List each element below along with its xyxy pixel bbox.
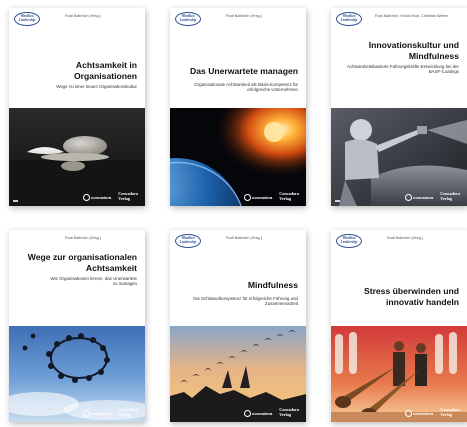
publisher-mark-icon xyxy=(405,410,412,417)
alphorn-players-image: concadora Concadora Verlag xyxy=(331,326,467,422)
zen-stones-image: concadora Concadora Verlag xyxy=(9,108,145,206)
book-cover-achtsamkeit-in-organisationen[interactable]: Windlust Leadership Rudi Ballreich (Hrsg… xyxy=(9,8,145,206)
publisher-logo-2: Concadora Verlag xyxy=(279,407,300,417)
series-badge: Windlust Leadership xyxy=(175,12,201,26)
series-badge-text: Windlust Leadership xyxy=(340,236,358,244)
cover-header: Windlust Leadership Rudi Ballreich (Hrsg… xyxy=(9,8,145,108)
book-cover-stress-ueberwinden[interactable]: Windlust Leadership Rudi Ballreich (Hrsg… xyxy=(331,230,467,422)
publisher-logos: concadora Concadora Verlag xyxy=(405,192,467,201)
book-subtitle: Achtsamkeitsbasierte Führungskräfte-Entw… xyxy=(346,64,459,75)
series-badge-text: Windlust Leadership xyxy=(179,14,197,22)
book-cover-das-unerwartete-managen[interactable]: Windlust Leadership Rudi Ballreich (Hrsg… xyxy=(170,8,306,206)
publisher-mark-icon xyxy=(244,410,251,417)
series-badge-text: Windlust Leadership xyxy=(340,14,358,22)
publisher-mark-icon xyxy=(83,194,90,201)
book-title: Achtsamkeit in Organisationen xyxy=(73,60,137,81)
cover-header: Windlust Leadership Rudi Ballreich, Kris… xyxy=(331,8,467,108)
publisher-1-name: concadora xyxy=(252,194,273,200)
book-subtitle: Die Schlüsselkompetenz für erfolgreiche … xyxy=(193,296,298,307)
publisher-logo-1: concadora xyxy=(405,410,433,417)
publisher-logos: concadora Concadora Verlag xyxy=(244,192,306,201)
publisher-logos: concadora Concadora Verlag xyxy=(83,408,145,417)
book-title: Innovationskultur und Mindfulness xyxy=(368,40,459,61)
birds-sunset-image: concadora Concadora Verlag xyxy=(170,326,306,422)
publisher-logo-1: concadora xyxy=(244,194,272,201)
publisher-mark-icon xyxy=(405,194,412,201)
publisher-logo-2: Concadora Verlag xyxy=(118,407,139,417)
cover-header: Windlust Leadership Rudi Ballreich (Hrsg… xyxy=(331,230,467,326)
publisher-1-name: concadora xyxy=(91,194,112,200)
series-badge-text: Windlust Leadership xyxy=(179,236,197,244)
editor-name: Rudi Ballreich (Hrsg.) xyxy=(65,236,102,240)
spray-painter-image: concadora Concadora Verlag xyxy=(331,108,467,206)
publisher-logo-2: Concadora Verlag xyxy=(279,191,300,201)
book-title: Wege zur organisationalen Achtsamkeit xyxy=(27,252,137,273)
book-subtitle: Organisationale Achtsamkeit als Basis-ko… xyxy=(194,82,298,93)
series-badge: Windlust Leadership xyxy=(336,234,362,248)
book-title: Mindfulness xyxy=(247,280,298,290)
series-badge: Windlust Leadership xyxy=(336,12,362,26)
book-title: Das Unerwartete managen xyxy=(190,66,298,76)
editor-name: Rudi Ballreich (Hrsg.) xyxy=(226,14,263,18)
publisher-logos: concadora Concadora Verlag xyxy=(244,408,306,417)
publisher-logo-2: Concadora Verlag xyxy=(440,191,461,201)
editor-name: Rudi Ballreich (Hrsg.) xyxy=(65,14,102,18)
publisher-logo-1: concadora xyxy=(405,194,433,201)
book-cover-wege-zur-organisationalen-achtsamkeit[interactable]: Rudi Ballreich (Hrsg.) Wege zur organisa… xyxy=(9,230,145,422)
book-subtitle: Wie Organisationen lernen, das Unerwarte… xyxy=(50,276,137,287)
editor-name: Rudi Ballreich (Hrsg.) xyxy=(226,236,263,240)
book-cover-mindfulness[interactable]: Windlust Leadership Rudi Ballreich (Hrsg… xyxy=(170,230,306,422)
cover-header: Windlust Leadership Rudi Ballreich (Hrsg… xyxy=(170,8,306,108)
editor-name: Rudi Ballreich, Kristin Bub, Christian W… xyxy=(375,14,449,18)
book-subtitle: Wege zu einer neuen Organisationskultur xyxy=(56,84,137,89)
publisher-mark-icon xyxy=(83,410,90,417)
series-badge: Windlust Leadership xyxy=(14,12,40,26)
series-badge-text: Windlust Leadership xyxy=(18,14,36,22)
cover-header: Rudi Ballreich (Hrsg.) Wege zur organisa… xyxy=(9,230,145,326)
editor-name: Rudi Ballreich (Hrsg.) xyxy=(387,236,424,240)
book-cover-innovationskultur-und-mindfulness[interactable]: Windlust Leadership Rudi Ballreich, Kris… xyxy=(331,8,467,206)
publisher-1-name: concadora xyxy=(413,194,434,200)
publisher-logo-2: Concadora Verlag xyxy=(440,407,461,417)
publisher-logo-1: concadora xyxy=(244,410,272,417)
skydivers-image: concadora Concadora Verlag xyxy=(9,326,145,422)
publisher-logos: concadora Concadora Verlag xyxy=(405,408,467,417)
publisher-mark-icon xyxy=(244,194,251,201)
decorative-mark xyxy=(13,200,18,202)
publisher-1-name: concadora xyxy=(91,410,112,416)
book-title: Stress überwinden und innovativ handeln xyxy=(363,286,459,307)
publisher-1-name: concadora xyxy=(252,410,273,416)
decorative-mark xyxy=(335,200,340,202)
planet-meteor-image: concadora Concadora Verlag xyxy=(170,108,306,206)
publisher-logos: concadora Concadora Verlag xyxy=(83,192,145,201)
publisher-logo-1: concadora xyxy=(83,410,111,417)
publisher-logo-1: concadora xyxy=(83,194,111,201)
cover-header: Windlust Leadership Rudi Ballreich (Hrsg… xyxy=(170,230,306,326)
series-badge: Windlust Leadership xyxy=(175,234,201,248)
publisher-logo-2: Concadora Verlag xyxy=(118,191,139,201)
publisher-1-name: concadora xyxy=(413,410,434,416)
